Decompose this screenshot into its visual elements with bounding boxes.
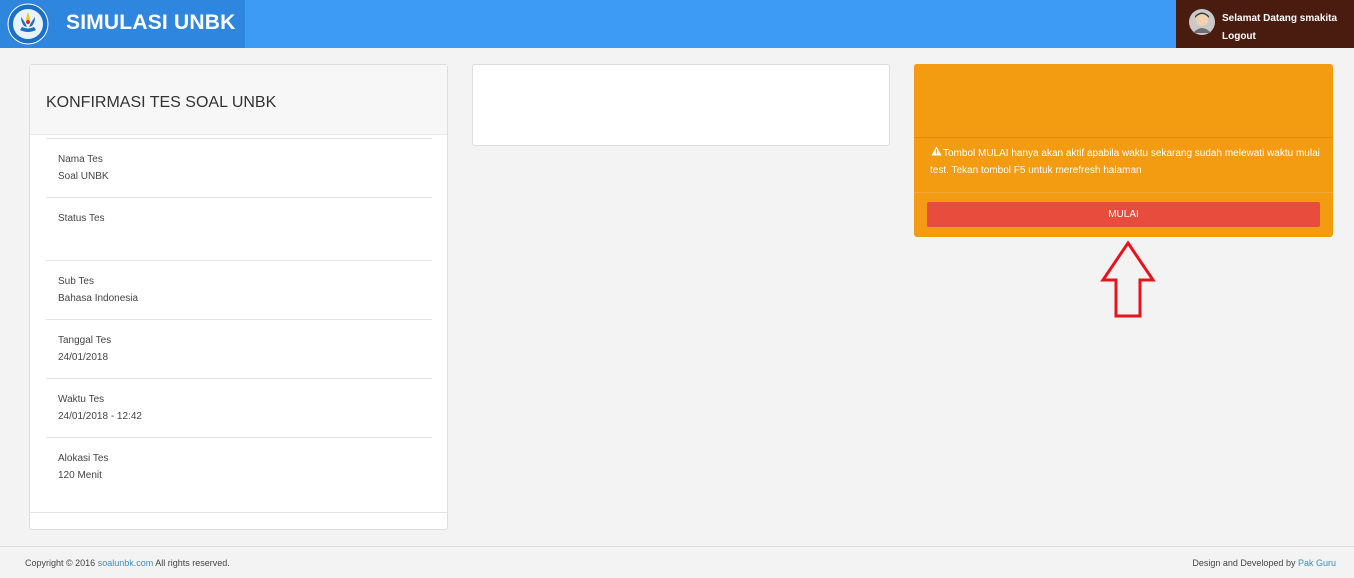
divider bbox=[914, 192, 1333, 193]
info-row-nama-tes: Nama Tes Soal UNBK bbox=[46, 138, 432, 197]
info-value: Bahasa Indonesia bbox=[58, 293, 139, 304]
copyright-prefix: Copyright © 2016 bbox=[25, 558, 96, 568]
top-navbar: SIMULASI UNBK Selamat Datang smakita Log… bbox=[0, 0, 1354, 48]
user-avatar-icon bbox=[1189, 9, 1215, 35]
brand-area[interactable]: SIMULASI UNBK bbox=[0, 0, 245, 48]
info-label: Nama Tes bbox=[58, 154, 103, 165]
info-row-status-tes: Status Tes bbox=[46, 197, 432, 260]
tut-wuri-handayani-logo-icon bbox=[7, 3, 49, 45]
app-title: SIMULASI UNBK bbox=[66, 11, 236, 34]
start-warning-text: Tombol MULAI hanya akan aktif apabila wa… bbox=[930, 148, 1320, 176]
arrow-up-outline-icon bbox=[1100, 240, 1156, 318]
info-label: Alokasi Tes bbox=[58, 453, 109, 464]
site-link[interactable]: soalunbk.com bbox=[98, 558, 154, 568]
info-value: 120 Menit bbox=[58, 470, 102, 481]
info-value: Soal UNBK bbox=[58, 171, 109, 182]
info-label: Sub Tes bbox=[58, 276, 94, 287]
confirmation-title: KONFIRMASI TES SOAL UNBK bbox=[46, 94, 277, 111]
info-value: 24/01/2018 bbox=[58, 352, 109, 363]
logout-link[interactable]: Logout bbox=[1222, 31, 1256, 42]
info-label: Waktu Tes bbox=[58, 394, 105, 405]
divider bbox=[914, 137, 1333, 138]
credit-prefix: Design and Developed by bbox=[1192, 558, 1296, 568]
confirmation-card-header: KONFIRMASI TES SOAL UNBK bbox=[30, 65, 447, 135]
confirmation-card-footer bbox=[30, 512, 447, 513]
info-row-waktu-tes: Waktu Tes 24/01/2018 - 12:42 bbox=[46, 378, 432, 437]
empty-panel bbox=[472, 64, 890, 146]
start-test-card: Tombol MULAI hanya akan aktif apabila wa… bbox=[914, 64, 1333, 237]
info-label: Status Tes bbox=[58, 213, 105, 224]
info-row-tanggal-tes: Tanggal Tes 24/01/2018 bbox=[46, 319, 432, 378]
info-value: 24/01/2018 - 12:42 bbox=[58, 411, 142, 422]
info-row-alokasi-tes: Alokasi Tes 120 Menit bbox=[46, 437, 432, 496]
page-footer: Copyright © 2016 soalunbk.com All rights… bbox=[0, 546, 1354, 578]
user-panel: Selamat Datang smakita Logout bbox=[1176, 0, 1354, 48]
mulai-button[interactable]: MULAI bbox=[927, 202, 1320, 227]
info-row-sub-tes: Sub Tes Bahasa Indonesia bbox=[46, 260, 432, 319]
confirmation-card: KONFIRMASI TES SOAL UNBK Nama Tes Soal U… bbox=[29, 64, 448, 530]
copyright-text: Copyright © 2016 soalunbk.com All rights… bbox=[25, 558, 230, 568]
welcome-text: Selamat Datang smakita bbox=[1222, 13, 1338, 24]
copyright-suffix: All rights reserved. bbox=[155, 558, 230, 568]
credit-text: Design and Developed by Pak Guru bbox=[1192, 558, 1336, 568]
info-label: Tanggal Tes bbox=[58, 335, 112, 346]
author-link[interactable]: Pak Guru bbox=[1298, 558, 1336, 568]
